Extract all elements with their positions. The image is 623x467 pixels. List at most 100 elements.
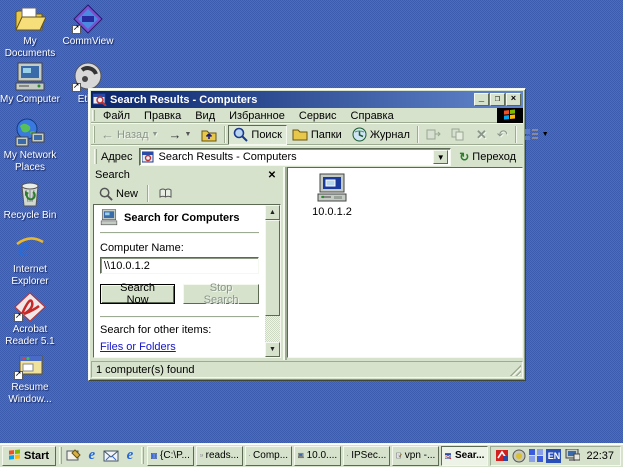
forward-button[interactable]: → ▼ bbox=[163, 125, 196, 145]
notepad-icon bbox=[200, 449, 203, 462]
desktop-icon-commview[interactable]: CommView bbox=[56, 4, 120, 48]
search-toolbar-button[interactable]: Поиск bbox=[228, 125, 286, 145]
tray-network-grid-icon[interactable] bbox=[529, 449, 543, 462]
menu-file[interactable]: Файл bbox=[96, 109, 137, 123]
language-indicator[interactable]: EN bbox=[546, 449, 561, 463]
ie-icon: e bbox=[127, 447, 134, 464]
up-button[interactable] bbox=[196, 125, 222, 145]
delete-button[interactable]: ✕ bbox=[471, 125, 492, 145]
new-search-button[interactable]: New bbox=[94, 185, 143, 203]
go-arrow-icon: ↻ bbox=[459, 150, 469, 164]
move-to-icon bbox=[426, 128, 441, 141]
toolbar-separator bbox=[417, 126, 419, 143]
resize-grip[interactable] bbox=[510, 365, 521, 376]
desktop-icon-internet-explorer[interactable]: e Internet Explorer bbox=[0, 232, 62, 288]
quick-launch-outlook-express[interactable] bbox=[102, 446, 120, 466]
desktop-icon-my-computer[interactable]: My Computer bbox=[0, 62, 62, 106]
back-arrow-icon: ← bbox=[101, 127, 114, 142]
quick-launch-browser[interactable]: e bbox=[122, 446, 138, 466]
start-button[interactable]: Start bbox=[2, 446, 56, 466]
toolbar-grip[interactable] bbox=[92, 110, 95, 121]
task-button-ipsec[interactable]: IPSec... bbox=[343, 446, 390, 466]
search-computers-icon bbox=[100, 209, 118, 226]
menu-help[interactable]: Справка bbox=[344, 109, 401, 123]
tray-round-icon[interactable] bbox=[512, 449, 526, 463]
task-button-search-active[interactable]: Sear... bbox=[441, 446, 488, 466]
system-tray: EN 22:37 bbox=[490, 446, 621, 466]
help-book-button[interactable] bbox=[153, 185, 178, 203]
toolbar-separator bbox=[147, 185, 149, 202]
address-combo[interactable]: Search Results - Computers ▼ bbox=[139, 148, 452, 166]
search-heading-row: Search for Computers bbox=[100, 209, 259, 226]
help-book-icon bbox=[158, 187, 173, 200]
minimize-button[interactable]: _ bbox=[474, 93, 489, 106]
acrobat-reader-icon bbox=[14, 292, 46, 322]
taskbar-grip[interactable] bbox=[141, 447, 144, 464]
search-pane-heading: Search for Computers bbox=[124, 212, 240, 224]
desktop-icon-my-documents[interactable]: My Documents bbox=[0, 4, 62, 60]
go-button[interactable]: ↻ Переход bbox=[454, 148, 521, 166]
folders-toolbar-button[interactable]: Папки bbox=[287, 125, 347, 145]
desktop-icon-resume-window[interactable]: Resume Window... bbox=[0, 350, 62, 406]
task-button-computer[interactable]: Comp... bbox=[245, 446, 292, 466]
scroll-down-icon[interactable]: ▼ bbox=[265, 342, 280, 357]
search-window-icon bbox=[445, 450, 452, 462]
result-item-label: 10.0.1.2 bbox=[300, 206, 364, 218]
taskbar-grip[interactable] bbox=[59, 447, 62, 464]
show-desktop-icon bbox=[66, 449, 81, 463]
scrollbar-thumb[interactable] bbox=[265, 220, 280, 316]
scroll-up-icon[interactable]: ▲ bbox=[265, 205, 280, 220]
task-button-vpn[interactable]: vpn -... bbox=[392, 446, 439, 466]
close-button[interactable]: × bbox=[506, 93, 521, 106]
address-dropdown-icon[interactable]: ▼ bbox=[433, 150, 448, 164]
computer-name-input[interactable] bbox=[100, 257, 259, 274]
desktop-icon-my-network-places[interactable]: My Network Places bbox=[0, 118, 62, 174]
task-button-10-0[interactable]: 10.0.... bbox=[294, 446, 341, 466]
my-network-places-icon bbox=[14, 118, 46, 148]
views-button[interactable]: ▼ bbox=[519, 125, 554, 145]
tray-display-icon[interactable] bbox=[564, 449, 580, 462]
notepad-icon bbox=[396, 449, 402, 462]
result-item-computer[interactable]: 10.0.1.2 bbox=[300, 173, 364, 218]
toolbar-grip[interactable] bbox=[94, 149, 97, 164]
search-pane-title: Search bbox=[95, 169, 130, 181]
tray-commview-icon[interactable] bbox=[495, 449, 509, 462]
up-folder-icon bbox=[201, 128, 217, 142]
address-label: Адрес bbox=[98, 151, 136, 163]
task-button-far[interactable]: {C:\P... bbox=[147, 446, 194, 466]
forward-dropdown-icon: ▼ bbox=[184, 131, 191, 138]
my-computer-icon bbox=[14, 62, 46, 92]
desktop-icon-acrobat-reader[interactable]: Acrobat Reader 5.1 bbox=[0, 292, 62, 348]
toolbar-grip[interactable] bbox=[93, 126, 95, 143]
maximize-button[interactable]: ❐ bbox=[490, 93, 505, 106]
undo-button[interactable]: ↶ bbox=[492, 125, 513, 145]
menu-view[interactable]: Вид bbox=[188, 109, 222, 123]
quick-launch-internet-explorer[interactable]: e bbox=[84, 446, 100, 466]
menu-tools[interactable]: Сервис bbox=[292, 109, 344, 123]
title-bar[interactable]: Search Results - Computers _ ❐ × bbox=[91, 91, 523, 108]
quick-launch-show-desktop[interactable] bbox=[65, 446, 82, 466]
address-bar: Адрес Search Results - Computers ▼ ↻ Пер… bbox=[91, 146, 523, 167]
copy-to-button[interactable] bbox=[446, 125, 471, 145]
clock[interactable]: 22:37 bbox=[586, 450, 614, 462]
history-toolbar-button[interactable]: Журнал bbox=[347, 125, 415, 145]
views-icon bbox=[524, 128, 539, 141]
menu-favorites[interactable]: Избранное bbox=[222, 109, 292, 123]
search-icon bbox=[233, 127, 248, 142]
forward-arrow-icon: → bbox=[168, 127, 181, 142]
menu-edit[interactable]: Правка bbox=[137, 109, 188, 123]
search-now-button[interactable]: Search Now bbox=[100, 284, 175, 304]
task-button-reads[interactable]: reads... bbox=[196, 446, 243, 466]
search-results-window: Search Results - Computers _ ❐ × Файл Пр… bbox=[88, 88, 526, 381]
desktop-icon-recycle-bin[interactable]: Recycle Bin bbox=[0, 178, 62, 222]
search-pane-scrollbar[interactable]: ▲ ▼ bbox=[265, 205, 280, 357]
history-icon bbox=[352, 127, 367, 142]
back-button[interactable]: ← Назад ▼ bbox=[96, 125, 163, 145]
search-pane-toolbar: New bbox=[91, 183, 283, 204]
move-to-button[interactable] bbox=[421, 125, 446, 145]
ie-icon: e bbox=[89, 447, 96, 464]
results-pane: 10.0.1.2 bbox=[287, 167, 523, 358]
search-pane-close-icon[interactable]: ✕ bbox=[265, 170, 279, 181]
link-files-or-folders[interactable]: Files or Folders bbox=[100, 340, 259, 354]
other-items-label: Search for other items: bbox=[100, 324, 259, 336]
